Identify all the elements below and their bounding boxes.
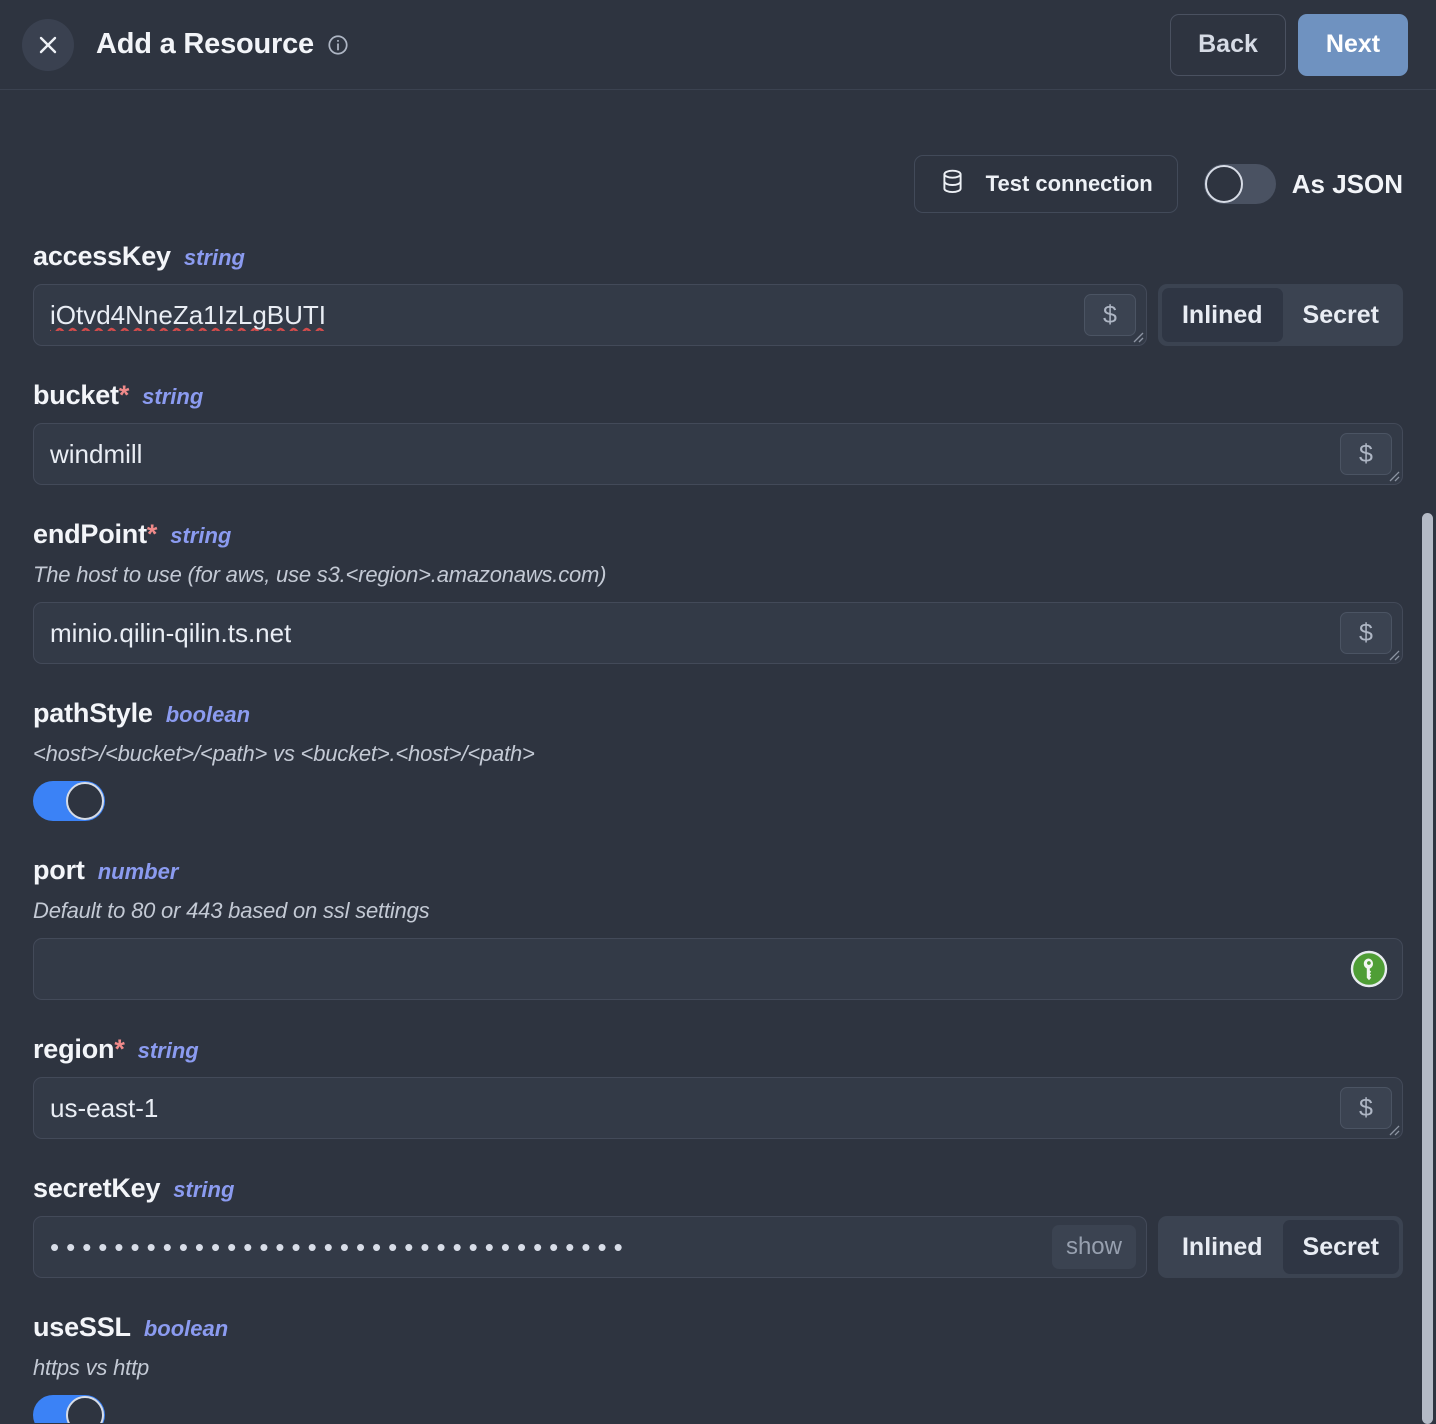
field-name: accessKey (33, 241, 171, 272)
resource-form: Test connection As JSON accessKey string… (0, 90, 1436, 1423)
option-secret[interactable]: Secret (1283, 1220, 1399, 1274)
toggle-knob (66, 782, 104, 820)
close-button[interactable] (22, 19, 74, 71)
bucket-value: windmill (50, 439, 142, 470)
accessKey-input[interactable]: iOtvd4NneZa1IzLgBUTI $ (33, 284, 1147, 346)
field-accessKey: accessKey string iOtvd4NneZa1IzLgBUTI $ … (33, 241, 1403, 346)
option-inlined[interactable]: Inlined (1162, 288, 1283, 342)
info-icon[interactable] (327, 34, 349, 56)
variable-button[interactable]: $ (1340, 1087, 1392, 1129)
field-name: endPoint* (33, 519, 157, 550)
field-type: number (98, 859, 179, 885)
toggle-knob (66, 1396, 104, 1423)
page-title: Add a Resource (96, 28, 314, 61)
field-name: port (33, 855, 85, 886)
form-toolbar: Test connection As JSON (33, 90, 1403, 213)
field-description: <host>/<bucket>/<path> vs <bucket>.<host… (33, 741, 1403, 767)
accessKey-storage-toggle[interactable]: Inlined Secret (1158, 284, 1403, 346)
close-icon (36, 33, 60, 57)
variable-button[interactable]: $ (1340, 433, 1392, 475)
field-label-row: useSSL boolean (33, 1312, 1403, 1343)
field-pathStyle: pathStyle boolean <host>/<bucket>/<path>… (33, 698, 1403, 821)
test-connection-label: Test connection (986, 171, 1153, 197)
field-type: string (170, 523, 231, 549)
field-region: region* string us-east-1 $ (33, 1034, 1403, 1139)
field-label-row: secretKey string (33, 1173, 1403, 1204)
bucket-input[interactable]: windmill $ (33, 423, 1403, 485)
field-type: boolean (144, 1316, 228, 1342)
toggle-knob (1205, 165, 1243, 203)
field-port: port number Default to 80 or 443 based o… (33, 855, 1403, 1000)
field-name: useSSL (33, 1312, 131, 1343)
region-value: us-east-1 (50, 1093, 158, 1124)
field-name: pathStyle (33, 698, 153, 729)
field-endPoint: endPoint* string The host to use (for aw… (33, 519, 1403, 664)
as-json-label: As JSON (1292, 169, 1403, 200)
required-asterisk: * (114, 1034, 124, 1064)
database-icon (939, 168, 966, 201)
option-inlined[interactable]: Inlined (1162, 1220, 1283, 1274)
field-type: string (173, 1177, 234, 1203)
vertical-scrollbar[interactable] (1422, 513, 1433, 1424)
variable-button[interactable]: $ (1084, 294, 1136, 336)
field-bucket: bucket* string windmill $ (33, 380, 1403, 485)
show-password-button[interactable]: show (1052, 1225, 1136, 1269)
field-name: region* (33, 1034, 125, 1065)
dialog-header: Add a Resource Back Next (0, 0, 1436, 90)
field-label-row: endPoint* string (33, 519, 1403, 550)
field-type: boolean (166, 702, 250, 728)
required-asterisk: * (147, 519, 157, 549)
option-secret[interactable]: Secret (1283, 288, 1399, 342)
variable-button[interactable]: $ (1340, 612, 1392, 654)
field-secretKey: secretKey string •••••••••••••••••••••••… (33, 1173, 1403, 1278)
next-button[interactable]: Next (1298, 14, 1408, 76)
secretKey-input[interactable]: •••••••••••••••••••••••••••••••••••• sho… (33, 1216, 1147, 1278)
field-label-row: bucket* string (33, 380, 1403, 411)
accessKey-value: iOtvd4NneZa1IzLgBUTI (50, 300, 326, 331)
field-description: The host to use (for aws, use s3.<region… (33, 562, 1403, 588)
field-name: secretKey (33, 1173, 160, 1204)
useSSL-toggle[interactable] (33, 1395, 105, 1423)
region-input[interactable]: us-east-1 $ (33, 1077, 1403, 1139)
field-description: https vs http (33, 1355, 1403, 1381)
field-label-row: accessKey string (33, 241, 1403, 272)
port-input[interactable] (33, 938, 1403, 1000)
key-icon[interactable] (1350, 950, 1388, 988)
field-type: string (184, 245, 245, 271)
test-connection-button[interactable]: Test connection (914, 155, 1178, 213)
pathStyle-toggle[interactable] (33, 781, 105, 821)
endPoint-value: minio.qilin-qilin.ts.net (50, 618, 291, 649)
as-json-toggle[interactable] (1204, 164, 1276, 204)
back-button[interactable]: Back (1170, 14, 1286, 76)
field-name: bucket* (33, 380, 129, 411)
secretKey-masked-value: •••••••••••••••••••••••••••••••••••• (50, 1232, 630, 1263)
field-description: Default to 80 or 443 based on ssl settin… (33, 898, 1403, 924)
required-asterisk: * (119, 380, 129, 410)
header-actions: Back Next (1170, 14, 1408, 76)
field-type: string (138, 1038, 199, 1064)
field-type: string (142, 384, 203, 410)
field-label-row: pathStyle boolean (33, 698, 1403, 729)
secretKey-storage-toggle[interactable]: Inlined Secret (1158, 1216, 1403, 1278)
field-label-row: port number (33, 855, 1403, 886)
endPoint-input[interactable]: minio.qilin-qilin.ts.net $ (33, 602, 1403, 664)
field-label-row: region* string (33, 1034, 1403, 1065)
field-useSSL: useSSL boolean https vs http (33, 1312, 1403, 1423)
